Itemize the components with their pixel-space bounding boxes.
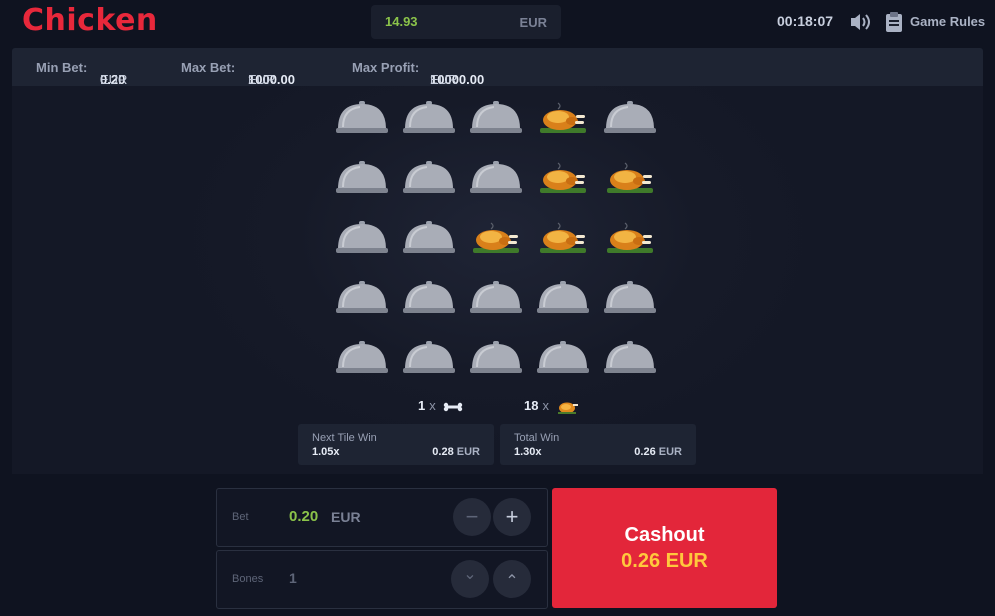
increase-bet-button[interactable]: + xyxy=(493,498,531,536)
game-board: 1x 18 x Next Tile Win 1.05x 0.28 EUR Tota… xyxy=(12,86,983,474)
cashout-label: Cashout xyxy=(624,524,705,546)
cloche-icon xyxy=(470,341,522,373)
roast-chicken-icon xyxy=(473,222,519,253)
total-win-box: Total Win 1.30x 0.26 EUR xyxy=(500,424,696,465)
next-tile-amount: 0.28 EUR xyxy=(432,446,480,458)
tile-covered[interactable] xyxy=(464,93,531,153)
cloche-icon xyxy=(336,101,388,133)
bet-label: Bet xyxy=(232,511,249,523)
chicken-count: 18 x xyxy=(524,398,579,415)
total-win-amount: 0.26 EUR xyxy=(634,446,682,458)
game-rules-link[interactable]: Game Rules xyxy=(910,14,985,29)
increase-bones-button[interactable]: ⌃ xyxy=(493,560,531,598)
tile-grid xyxy=(330,93,670,393)
bones-control: Bones 1 ⌄ ⌃ xyxy=(216,550,548,609)
tile-chicken xyxy=(598,213,665,273)
bones-input[interactable]: 1 xyxy=(289,570,297,586)
cloche-icon xyxy=(537,281,589,313)
roast-chicken-icon xyxy=(540,162,586,193)
tile-covered[interactable] xyxy=(330,213,397,273)
next-tile-multiplier: 1.05x xyxy=(312,446,340,458)
roast-chicken-icon xyxy=(607,222,653,253)
cloche-icon xyxy=(604,281,656,313)
total-win-multiplier: 1.30x xyxy=(514,446,542,458)
tile-covered[interactable] xyxy=(330,153,397,213)
tile-covered[interactable] xyxy=(397,273,464,333)
tile-covered[interactable] xyxy=(397,153,464,213)
top-bar: Chicken 14.93 EUR 00:18:07 Game Rules xyxy=(0,0,995,44)
tile-covered[interactable] xyxy=(598,333,665,393)
tile-covered[interactable] xyxy=(531,333,598,393)
cloche-icon xyxy=(336,161,388,193)
balance-amount: 14.93 xyxy=(385,14,418,29)
tile-covered[interactable] xyxy=(531,273,598,333)
bet-control: Bet 0.20 EUR − + xyxy=(216,488,548,547)
bet-currency: EUR xyxy=(331,509,361,525)
cashout-amount: 0.26 EUR xyxy=(621,550,708,572)
tile-chicken xyxy=(464,213,531,273)
max-profit-label: Max Profit: xyxy=(352,60,420,75)
bet-input[interactable]: 0.20 xyxy=(289,508,318,525)
next-tile-win-box: Next Tile Win 1.05x 0.28 EUR xyxy=(298,424,494,465)
cloche-icon xyxy=(336,281,388,313)
game-logo: Chicken xyxy=(22,3,158,38)
max-bet-label: Max Bet: xyxy=(181,60,236,75)
chicken-icon xyxy=(557,402,578,414)
cloche-icon xyxy=(403,221,455,253)
sound-icon[interactable] xyxy=(849,11,873,33)
cloche-icon xyxy=(403,101,455,133)
min-bet-label: Min Bet: xyxy=(36,60,88,75)
tile-covered[interactable] xyxy=(397,213,464,273)
cloche-icon xyxy=(470,101,522,133)
cloche-icon xyxy=(470,281,522,313)
cloche-icon xyxy=(336,341,388,373)
cloche-icon xyxy=(336,221,388,253)
tile-covered[interactable] xyxy=(330,273,397,333)
bet-limits-bar: Min Bet: 0.20 EUR Max Bet: 1000.00 EUR M… xyxy=(12,48,983,87)
bone-count: 1x xyxy=(418,398,463,413)
tile-chicken xyxy=(531,153,598,213)
tile-covered[interactable] xyxy=(598,273,665,333)
tile-covered[interactable] xyxy=(330,333,397,393)
cloche-icon xyxy=(403,281,455,313)
clipboard-icon[interactable] xyxy=(885,11,903,33)
cloche-icon xyxy=(604,341,656,373)
tile-covered[interactable] xyxy=(397,93,464,153)
tile-covered[interactable] xyxy=(464,273,531,333)
tile-covered[interactable] xyxy=(598,93,665,153)
total-win-title: Total Win xyxy=(514,432,560,444)
cloche-icon xyxy=(403,341,455,373)
bones-label: Bones xyxy=(232,573,264,585)
roast-chicken-icon xyxy=(607,162,653,193)
cloche-icon xyxy=(537,341,589,373)
cloche-icon xyxy=(470,161,522,193)
tile-covered[interactable] xyxy=(464,153,531,213)
tile-chicken xyxy=(531,93,598,153)
roast-chicken-icon xyxy=(540,102,586,133)
roast-chicken-icon xyxy=(540,222,586,253)
tile-covered[interactable] xyxy=(330,93,397,153)
decrease-bet-button[interactable]: − xyxy=(453,498,491,536)
tile-chicken xyxy=(531,213,598,273)
next-tile-title: Next Tile Win xyxy=(312,432,377,444)
bone-icon xyxy=(444,402,463,411)
session-timer: 00:18:07 xyxy=(777,13,834,29)
tile-covered[interactable] xyxy=(397,333,464,393)
tile-covered[interactable] xyxy=(464,333,531,393)
decrease-bones-button[interactable]: ⌄ xyxy=(451,560,489,598)
cloche-icon xyxy=(403,161,455,193)
cloche-icon xyxy=(604,101,656,133)
cashout-button[interactable]: Cashout 0.26 EUR xyxy=(552,488,777,608)
balance-display: 14.93 EUR xyxy=(371,5,561,39)
balance-currency: EUR xyxy=(519,15,547,30)
tile-chicken xyxy=(598,153,665,213)
